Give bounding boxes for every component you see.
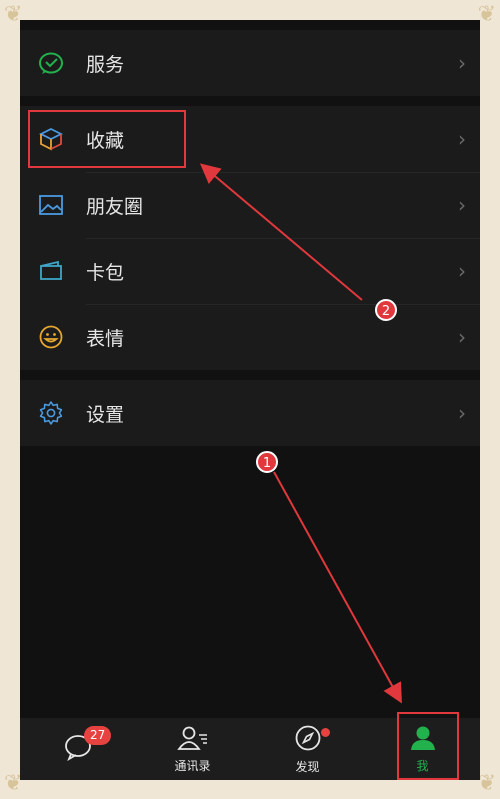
tab-label: 发现 [295,759,320,774]
menu-item-cards[interactable]: 卡包 › [20,238,480,304]
chevron-right-icon: › [458,325,466,349]
unread-badge: 27 [84,726,112,745]
menu-item-label: 服务 [86,53,125,76]
tab-discover[interactable]: 发现 [250,718,365,780]
menu-item-label: 设置 [86,403,125,426]
tab-label: 通讯录 [174,758,211,773]
chevron-right-icon: › [458,401,466,425]
chevron-right-icon: › [458,259,466,283]
menu-item-label: 表情 [86,327,125,350]
contacts-icon [176,725,209,755]
step-1-marker: 1 [256,451,278,473]
gear-icon [38,400,64,426]
menu-item-label: 卡包 [86,261,125,284]
chevron-right-icon: › [458,51,466,75]
menu-item-settings[interactable]: 设置 › [20,380,480,446]
new-indicator-dot [321,728,330,737]
chevron-right-icon: › [458,193,466,217]
picture-icon [38,192,64,218]
chevron-right-icon: › [458,127,466,151]
frame-ornament: ❦ [477,2,496,27]
menu-group-service: 服务 › [20,30,480,96]
menu-item-moments[interactable]: 朋友圈 › [20,172,480,238]
menu-item-stickers[interactable]: 表情 › [20,304,480,370]
card-wallet-icon [38,258,64,284]
tab-contacts[interactable]: 通讯录 [135,718,250,780]
tab-chats[interactable]: 27 [20,718,135,780]
step-2-marker: 2 [375,299,397,321]
smile-icon [38,324,64,350]
menu-item-service[interactable]: 服务 › [20,30,480,96]
wechat-pay-icon [38,50,64,76]
highlight-box-me-tab [397,712,459,780]
highlight-box-favorites [28,110,186,168]
compass-icon [294,724,322,756]
menu-group-settings: 设置 › [20,380,480,446]
frame-ornament: ❦ [477,771,496,796]
menu-item-label: 朋友圈 [86,195,144,218]
